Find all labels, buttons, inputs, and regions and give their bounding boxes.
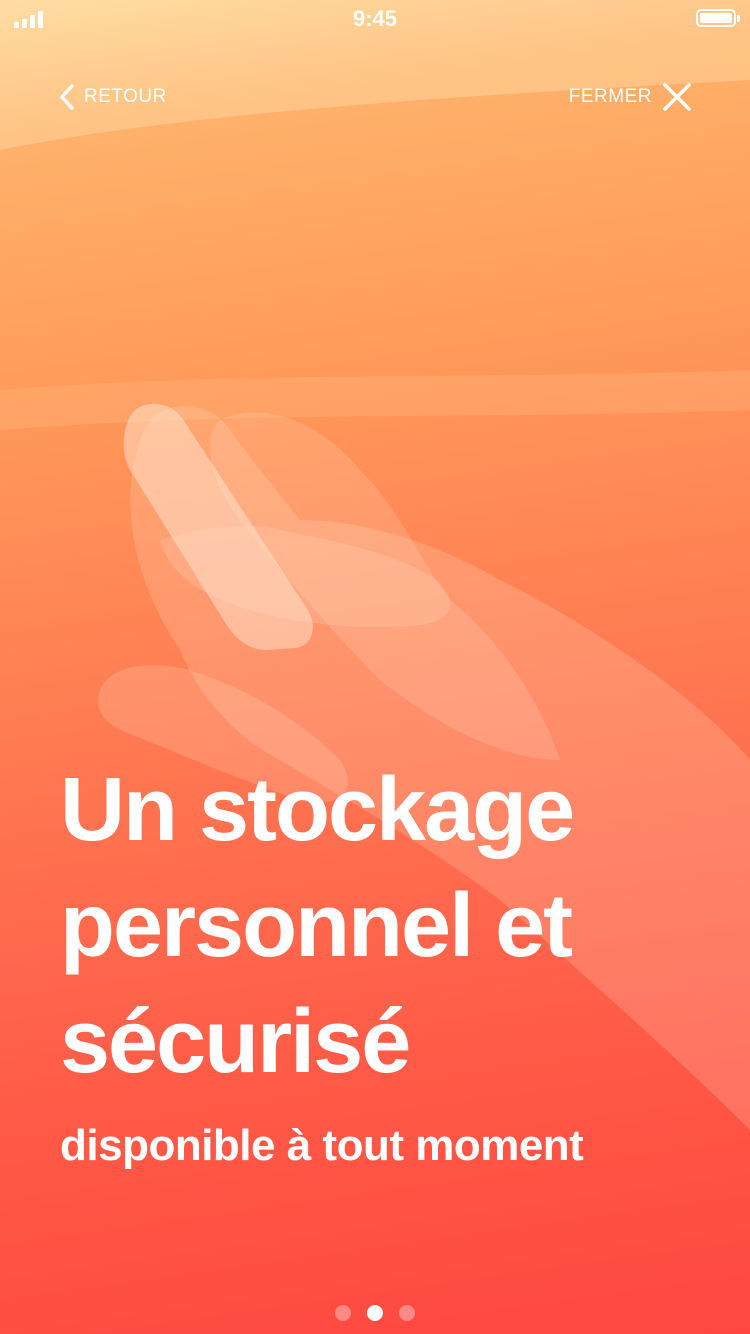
page-dot-2[interactable] bbox=[367, 1305, 383, 1321]
close-label: FERMER bbox=[568, 86, 652, 107]
hero-title-line-2: personnel et bbox=[60, 876, 573, 976]
close-icon bbox=[663, 83, 691, 111]
hero-subtitle: disponible à tout moment bbox=[60, 1121, 584, 1170]
status-bar: 9:45 bbox=[0, 0, 750, 40]
chevron-left-icon bbox=[60, 84, 74, 110]
hero-title: Un stockage personnel et sécurisé bbox=[60, 752, 700, 1100]
back-label: RETOUR bbox=[84, 86, 167, 107]
page-dot-1[interactable] bbox=[335, 1305, 351, 1321]
back-button[interactable]: RETOUR bbox=[58, 82, 167, 112]
onboarding-screen: 9:45 RETOUR FERMER Un stockage personnel … bbox=[0, 0, 750, 1334]
page-indicator bbox=[0, 1305, 750, 1321]
status-time: 9:45 bbox=[352, 6, 398, 31]
battery-icon bbox=[696, 9, 740, 27]
hero-title-line-1: Un stockage bbox=[60, 760, 575, 860]
page-dot-3[interactable] bbox=[399, 1305, 415, 1321]
hero-title-line-3: sécurisé bbox=[60, 992, 411, 1092]
close-button[interactable]: FERMER bbox=[569, 82, 692, 112]
